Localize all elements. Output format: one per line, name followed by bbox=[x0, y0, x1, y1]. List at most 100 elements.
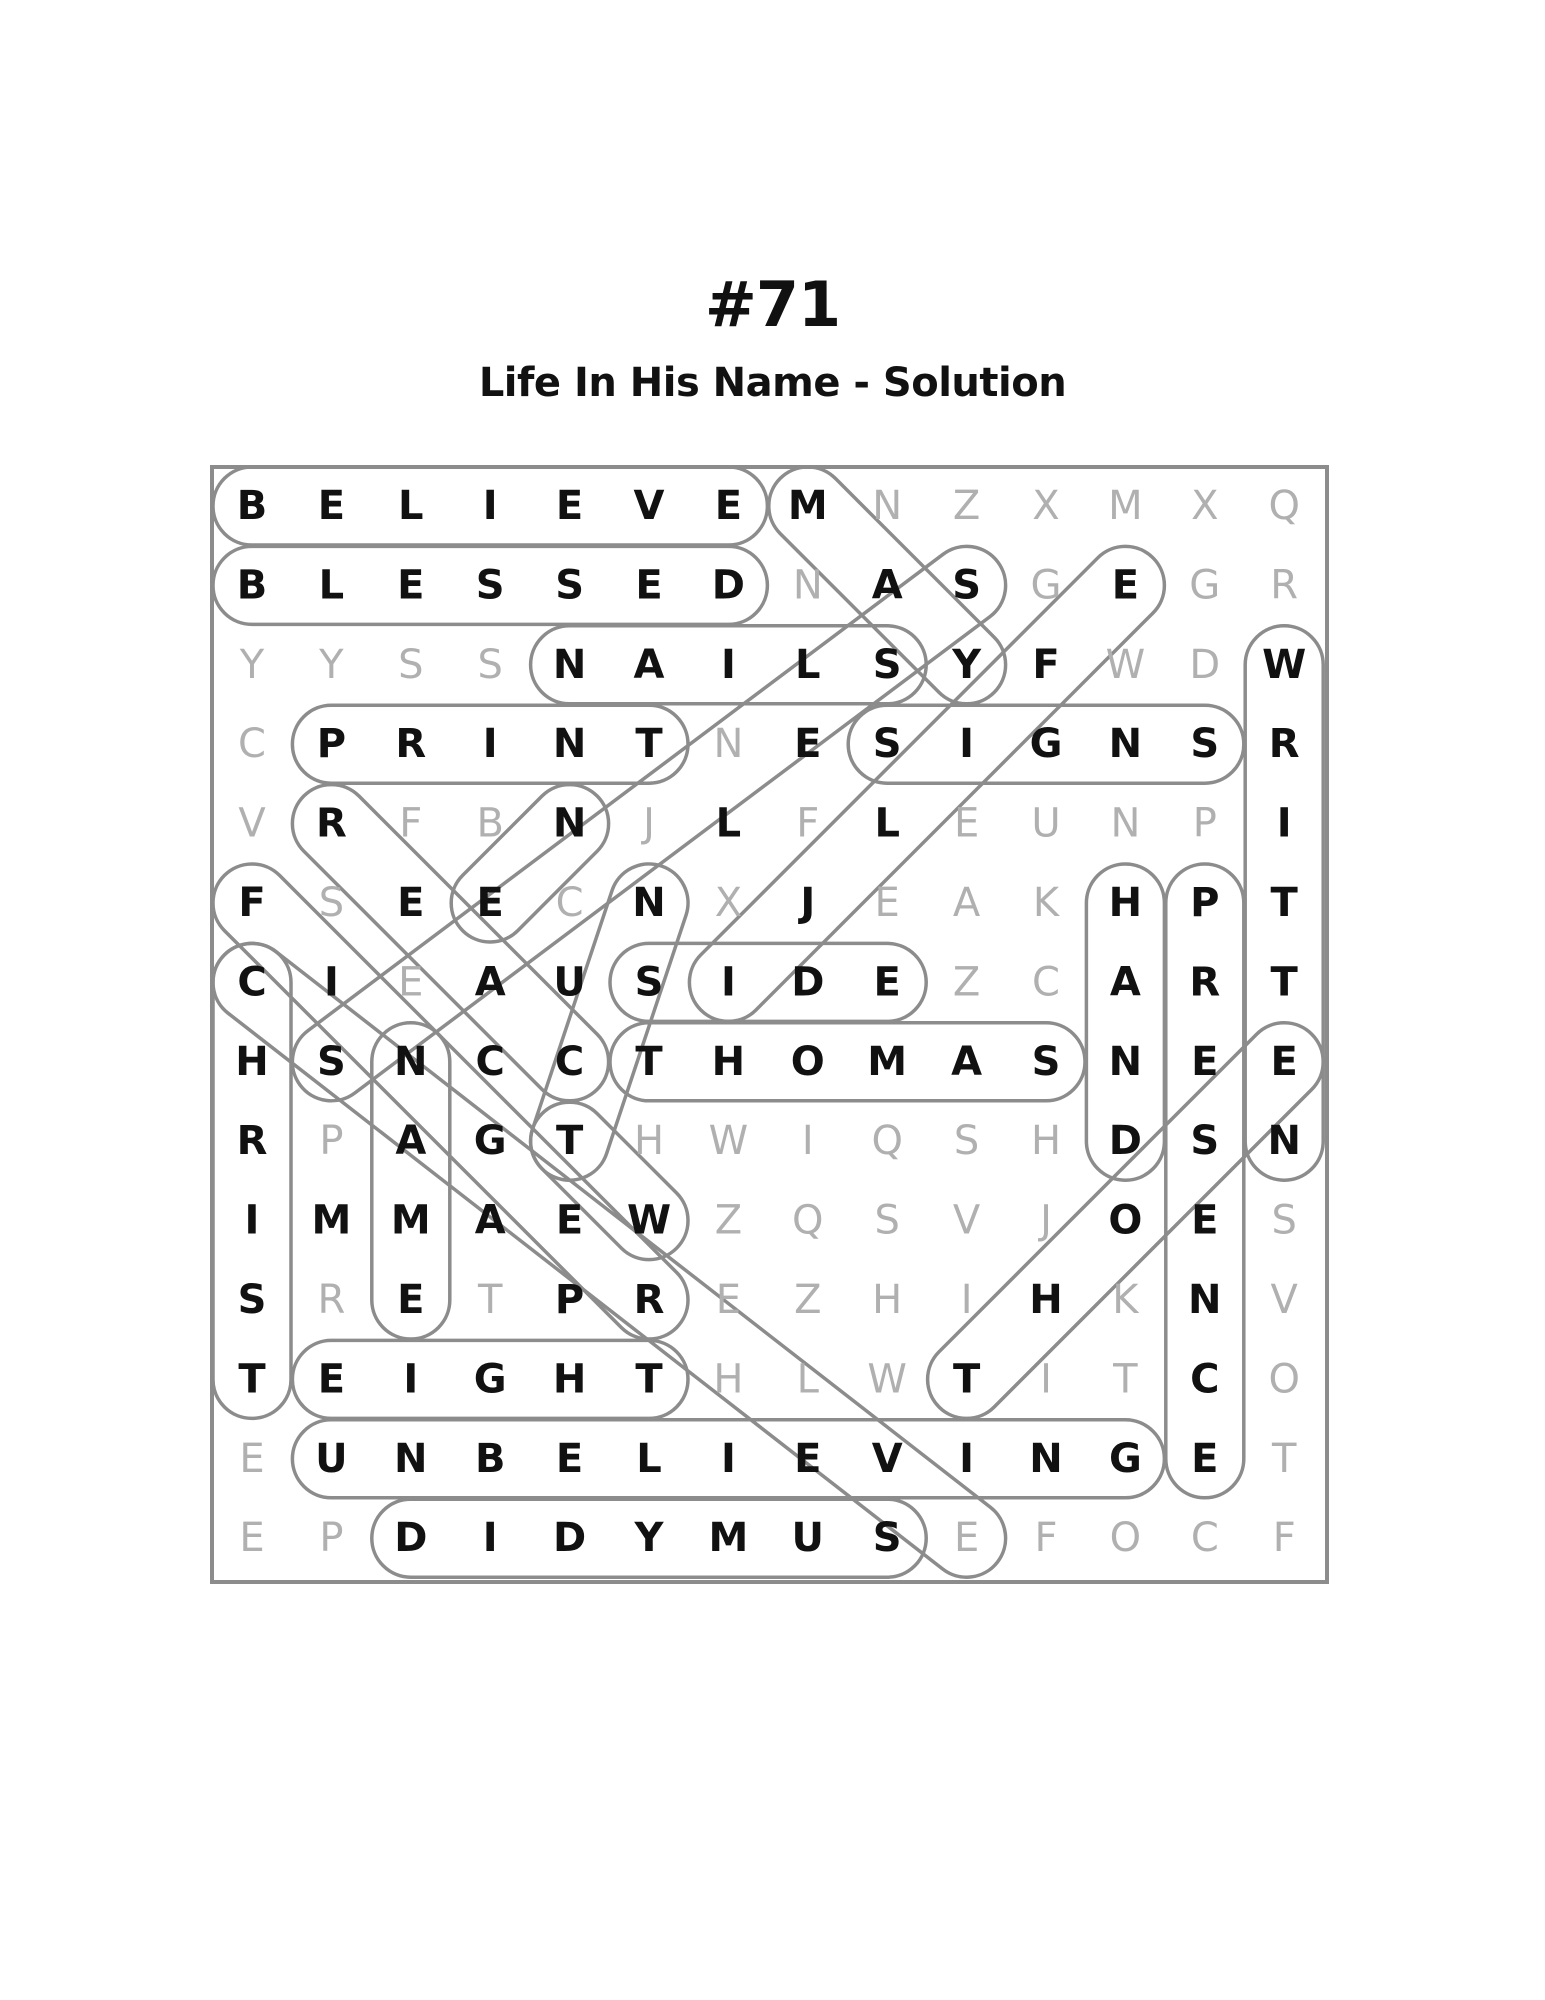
grid-letter[interactable]: N bbox=[394, 1039, 427, 1085]
grid-letter[interactable]: E bbox=[794, 721, 821, 767]
grid-letter[interactable]: X bbox=[1032, 483, 1059, 529]
grid-letter[interactable]: S bbox=[952, 562, 981, 608]
grid-letter[interactable]: A bbox=[953, 880, 981, 926]
grid-letter[interactable]: F bbox=[1032, 642, 1059, 688]
grid-letter[interactable]: D bbox=[712, 562, 745, 608]
grid-letter[interactable]: S bbox=[1272, 1198, 1297, 1244]
grid-letter[interactable]: B bbox=[237, 562, 268, 608]
grid-letter[interactable]: A bbox=[951, 1039, 982, 1085]
grid-letter[interactable]: V bbox=[953, 1198, 981, 1244]
grid-letter[interactable]: P bbox=[1193, 801, 1217, 847]
grid-letter[interactable]: D bbox=[553, 1515, 586, 1561]
grid-letter[interactable]: L bbox=[797, 1356, 820, 1402]
grid-letter[interactable]: E bbox=[794, 1436, 821, 1482]
grid-letter[interactable]: X bbox=[1191, 483, 1218, 529]
grid-letter[interactable]: L bbox=[716, 801, 742, 847]
grid-letter[interactable]: T bbox=[953, 1356, 981, 1402]
grid-letter[interactable]: H bbox=[713, 1356, 743, 1402]
grid-letter[interactable]: F bbox=[238, 880, 265, 926]
grid-letter[interactable]: C bbox=[556, 880, 584, 926]
grid-letter[interactable]: N bbox=[1110, 801, 1140, 847]
grid-letter[interactable]: T bbox=[635, 1039, 663, 1085]
grid-letter[interactable]: S bbox=[635, 959, 664, 1005]
grid-letter[interactable]: B bbox=[476, 801, 503, 847]
grid-letter[interactable]: R bbox=[395, 721, 426, 767]
grid-letter[interactable]: Q bbox=[1268, 483, 1299, 529]
grid-letter[interactable]: O bbox=[1268, 1356, 1299, 1402]
grid-letter[interactable]: N bbox=[394, 1436, 427, 1482]
grid-letter[interactable]: R bbox=[1189, 959, 1220, 1005]
grid-letter[interactable]: E bbox=[1191, 1039, 1218, 1085]
grid-letter[interactable]: L bbox=[636, 1436, 662, 1482]
grid-letter[interactable]: E bbox=[477, 880, 504, 926]
grid-letter[interactable]: G bbox=[1109, 1436, 1142, 1482]
grid-letter[interactable]: E bbox=[239, 1515, 264, 1561]
grid-letter[interactable]: I bbox=[959, 721, 974, 767]
grid-letter[interactable]: A bbox=[872, 562, 903, 608]
grid-letter[interactable]: S bbox=[555, 562, 584, 608]
grid-letter[interactable]: E bbox=[1271, 1039, 1298, 1085]
grid-letter[interactable]: P bbox=[555, 1277, 584, 1323]
grid-letter[interactable]: L bbox=[398, 483, 424, 529]
grid-letter[interactable]: Y bbox=[634, 1515, 665, 1561]
grid-letter[interactable]: L bbox=[795, 642, 821, 688]
grid-letter[interactable]: S bbox=[1190, 721, 1219, 767]
grid-letter[interactable]: N bbox=[713, 721, 743, 767]
grid-letter[interactable]: W bbox=[1106, 642, 1146, 688]
grid-letter[interactable]: Z bbox=[715, 1198, 742, 1244]
grid-letter[interactable]: Z bbox=[794, 1277, 821, 1323]
grid-letter[interactable]: H bbox=[1109, 880, 1142, 926]
grid-letter[interactable]: H bbox=[872, 1277, 902, 1323]
grid-letter[interactable]: I bbox=[324, 959, 339, 1005]
grid-letter[interactable]: G bbox=[474, 1118, 507, 1164]
grid-letter[interactable]: M bbox=[788, 483, 828, 529]
grid-letter[interactable]: P bbox=[319, 1515, 343, 1561]
grid-letter[interactable]: N bbox=[1267, 1118, 1300, 1164]
grid-letter[interactable]: N bbox=[553, 721, 586, 767]
grid-letter[interactable]: A bbox=[475, 1198, 506, 1244]
grid-letter[interactable]: B bbox=[475, 1436, 506, 1482]
grid-letter[interactable]: X bbox=[715, 880, 742, 926]
grid-letter[interactable]: M bbox=[391, 1198, 431, 1244]
grid-letter[interactable]: E bbox=[318, 1356, 345, 1402]
grid-letter[interactable]: C bbox=[238, 721, 266, 767]
grid-letter[interactable]: T bbox=[1271, 880, 1299, 926]
grid-letter[interactable]: G bbox=[1031, 562, 1062, 608]
grid-letter[interactable]: W bbox=[709, 1118, 749, 1164]
grid-letter[interactable]: L bbox=[874, 801, 900, 847]
grid-letter[interactable]: S bbox=[398, 642, 423, 688]
grid-letter[interactable]: M bbox=[311, 1198, 351, 1244]
grid-letter[interactable]: E bbox=[556, 483, 583, 529]
grid-letter[interactable]: I bbox=[1277, 801, 1292, 847]
grid-letter[interactable]: A bbox=[1110, 959, 1141, 1005]
grid-letter[interactable]: T bbox=[635, 1356, 663, 1402]
grid-letter[interactable]: P bbox=[319, 1118, 343, 1164]
grid-letter[interactable]: S bbox=[317, 1039, 346, 1085]
grid-letter[interactable]: S bbox=[478, 642, 503, 688]
grid-letter[interactable]: E bbox=[954, 1515, 979, 1561]
grid-letter[interactable]: S bbox=[1190, 1118, 1219, 1164]
grid-letter[interactable]: E bbox=[875, 880, 900, 926]
grid-letter[interactable]: S bbox=[873, 1515, 902, 1561]
grid-letter[interactable]: T bbox=[635, 721, 663, 767]
grid-letter[interactable]: P bbox=[317, 721, 346, 767]
grid-letter[interactable]: I bbox=[1040, 1356, 1052, 1402]
grid-letter[interactable]: G bbox=[1189, 562, 1220, 608]
grid-letter[interactable]: E bbox=[318, 483, 345, 529]
grid-letter[interactable]: H bbox=[1029, 1277, 1062, 1323]
grid-letter[interactable]: Z bbox=[953, 483, 980, 529]
grid-letter[interactable]: Q bbox=[871, 1118, 902, 1164]
grid-letter[interactable]: W bbox=[1262, 642, 1306, 688]
grid-letter[interactable]: D bbox=[791, 959, 824, 1005]
grid-letter[interactable]: F bbox=[1034, 1515, 1057, 1561]
grid-letter[interactable]: M bbox=[867, 1039, 907, 1085]
grid-letter[interactable]: W bbox=[627, 1198, 671, 1244]
grid-letter[interactable]: U bbox=[792, 1515, 824, 1561]
grid-letter[interactable]: I bbox=[483, 1515, 498, 1561]
grid-letter[interactable]: J bbox=[1037, 1198, 1052, 1244]
grid-letter[interactable]: I bbox=[721, 1436, 736, 1482]
grid-letter[interactable]: E bbox=[635, 562, 662, 608]
grid-letter[interactable]: D bbox=[1109, 1118, 1142, 1164]
grid-letter[interactable]: E bbox=[556, 1436, 583, 1482]
grid-letter[interactable]: C bbox=[555, 1039, 584, 1085]
